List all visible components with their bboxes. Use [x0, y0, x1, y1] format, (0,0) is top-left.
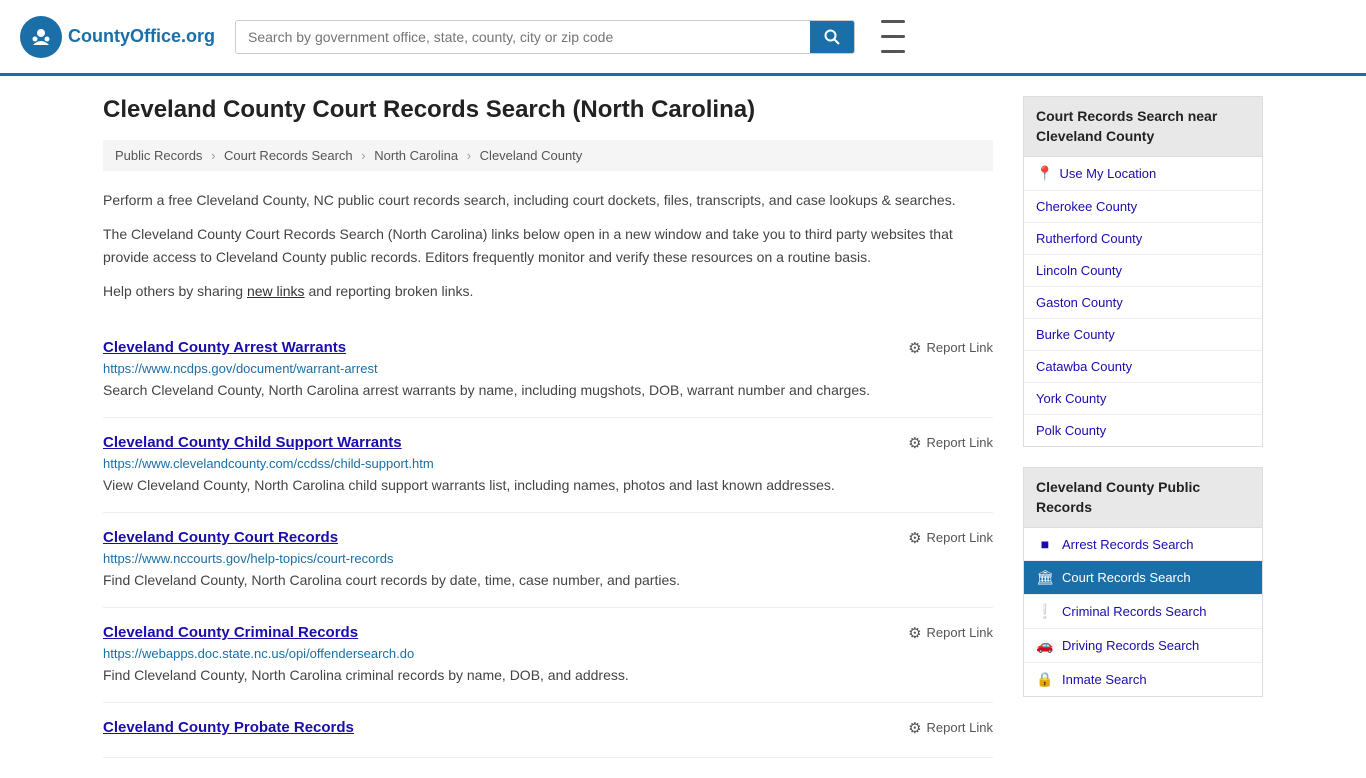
share-text: Help others by sharing new links and rep…	[103, 280, 993, 302]
county-link-rutherford[interactable]: Rutherford County	[1024, 223, 1262, 254]
list-item: Cherokee County	[1024, 191, 1262, 223]
inmate-search-link[interactable]: 🔒 Inmate Search	[1024, 663, 1262, 696]
search-icon	[824, 29, 840, 45]
report-link-2[interactable]: ⚙ Report Link	[908, 434, 993, 452]
record-title-2[interactable]: Cleveland County Child Support Warrants	[103, 434, 402, 451]
record-url-2: https://www.clevelandcounty.com/ccdss/ch…	[103, 456, 993, 471]
record-desc-3: Find Cleveland County, North Carolina co…	[103, 570, 993, 591]
breadcrumb-court-records[interactable]: Court Records Search	[224, 148, 353, 163]
record-item: Cleveland County Child Support Warrants …	[103, 418, 993, 513]
driving-records-link[interactable]: 🚗 Driving Records Search	[1024, 629, 1262, 662]
record-item: Cleveland County Criminal Records ⚙ Repo…	[103, 608, 993, 703]
report-icon: ⚙	[908, 434, 921, 452]
public-records-list: ■ Arrest Records Search 🏛 Court Records …	[1024, 528, 1262, 696]
arrest-icon: ■	[1036, 536, 1054, 552]
record-title-3[interactable]: Cleveland County Court Records	[103, 529, 338, 546]
county-link-lincoln[interactable]: Lincoln County	[1024, 255, 1262, 286]
content-area: Cleveland County Court Records Search (N…	[103, 96, 993, 758]
record-desc-4: Find Cleveland County, North Carolina cr…	[103, 665, 993, 686]
site-header: CountyOffice.org	[0, 0, 1366, 76]
logo-text: CountyOffice.org	[68, 26, 215, 47]
intro-text-2: The Cleveland County Court Records Searc…	[103, 223, 993, 268]
record-url-1: https://www.ncdps.gov/document/warrant-a…	[103, 361, 993, 376]
record-item: Cleveland County Court Records ⚙ Report …	[103, 513, 993, 608]
hamburger-menu-button[interactable]	[875, 10, 911, 63]
menu-line	[881, 35, 905, 38]
arrest-records-link[interactable]: ■ Arrest Records Search	[1024, 528, 1262, 560]
logo[interactable]: CountyOffice.org	[20, 16, 215, 58]
record-url-4: https://webapps.doc.state.nc.us/opi/offe…	[103, 646, 993, 661]
report-link-3[interactable]: ⚙ Report Link	[908, 529, 993, 547]
report-link-4[interactable]: ⚙ Report Link	[908, 624, 993, 642]
intro-text-1: Perform a free Cleveland County, NC publ…	[103, 189, 993, 211]
report-link-1[interactable]: ⚙ Report Link	[908, 339, 993, 357]
court-icon: 🏛	[1036, 569, 1054, 586]
list-item: Catawba County	[1024, 351, 1262, 383]
breadcrumb: Public Records › Court Records Search › …	[103, 140, 993, 171]
list-item: Gaston County	[1024, 287, 1262, 319]
list-item: ■ Arrest Records Search	[1024, 528, 1262, 561]
report-icon: ⚙	[908, 719, 921, 737]
logo-icon	[20, 16, 62, 58]
list-item-active: 🏛 Court Records Search	[1024, 561, 1262, 595]
record-item: Cleveland County Probate Records ⚙ Repor…	[103, 703, 993, 758]
menu-line	[881, 20, 905, 23]
report-icon: ⚙	[908, 624, 921, 642]
page-title: Cleveland County Court Records Search (N…	[103, 96, 993, 124]
report-link-5[interactable]: ⚙ Report Link	[908, 719, 993, 737]
list-item: Lincoln County	[1024, 255, 1262, 287]
record-title-4[interactable]: Cleveland County Criminal Records	[103, 624, 358, 641]
record-title-1[interactable]: Cleveland County Arrest Warrants	[103, 339, 346, 356]
report-icon: ⚙	[908, 339, 921, 357]
record-url-3: https://www.nccourts.gov/help-topics/cou…	[103, 551, 993, 566]
list-item: 🚗 Driving Records Search	[1024, 629, 1262, 663]
county-link-york[interactable]: York County	[1024, 383, 1262, 414]
public-records-section: Cleveland County Public Records ■ Arrest…	[1023, 467, 1263, 697]
county-link-gaston[interactable]: Gaston County	[1024, 287, 1262, 318]
criminal-icon: ❕	[1036, 603, 1054, 620]
breadcrumb-sep: ›	[211, 148, 215, 163]
breadcrumb-sep: ›	[361, 148, 365, 163]
main-container: Cleveland County Court Records Search (N…	[83, 76, 1283, 778]
menu-line	[881, 50, 905, 53]
breadcrumb-sep: ›	[467, 148, 471, 163]
criminal-records-link[interactable]: ❕ Criminal Records Search	[1024, 595, 1262, 628]
breadcrumb-cleveland-county[interactable]: Cleveland County	[480, 148, 583, 163]
inmate-icon: 🔒	[1036, 671, 1054, 688]
search-button[interactable]	[810, 21, 854, 53]
list-item: ❕ Criminal Records Search	[1024, 595, 1262, 629]
nearby-section: Court Records Search near Cleveland Coun…	[1023, 96, 1263, 447]
record-title-5[interactable]: Cleveland County Probate Records	[103, 719, 354, 736]
new-links-link[interactable]: new links	[247, 283, 305, 299]
county-link-polk[interactable]: Polk County	[1024, 415, 1262, 446]
county-link-cherokee[interactable]: Cherokee County	[1024, 191, 1262, 222]
list-item: Polk County	[1024, 415, 1262, 446]
public-records-section-title: Cleveland County Public Records	[1024, 468, 1262, 528]
nearby-section-title: Court Records Search near Cleveland Coun…	[1024, 97, 1262, 157]
record-item: Cleveland County Arrest Warrants ⚙ Repor…	[103, 323, 993, 418]
record-desc-1: Search Cleveland County, North Carolina …	[103, 380, 993, 401]
breadcrumb-public-records[interactable]: Public Records	[115, 148, 202, 163]
county-link-catawba[interactable]: Catawba County	[1024, 351, 1262, 382]
list-item: Burke County	[1024, 319, 1262, 351]
court-records-link[interactable]: 🏛 Court Records Search	[1024, 561, 1262, 594]
report-icon: ⚙	[908, 529, 921, 547]
record-desc-2: View Cleveland County, North Carolina ch…	[103, 475, 993, 496]
list-item: 🔒 Inmate Search	[1024, 663, 1262, 696]
search-input[interactable]	[236, 21, 810, 53]
search-bar	[235, 20, 855, 54]
nearby-county-list: Cherokee County Rutherford County Lincol…	[1024, 191, 1262, 446]
list-item: York County	[1024, 383, 1262, 415]
county-link-burke[interactable]: Burke County	[1024, 319, 1262, 350]
sidebar: Court Records Search near Cleveland Coun…	[1023, 96, 1263, 758]
use-my-location-button[interactable]: 📍 Use My Location	[1024, 157, 1262, 191]
breadcrumb-north-carolina[interactable]: North Carolina	[374, 148, 458, 163]
records-list: Cleveland County Arrest Warrants ⚙ Repor…	[103, 323, 993, 758]
location-icon: 📍	[1036, 165, 1053, 182]
list-item: Rutherford County	[1024, 223, 1262, 255]
driving-icon: 🚗	[1036, 637, 1054, 654]
